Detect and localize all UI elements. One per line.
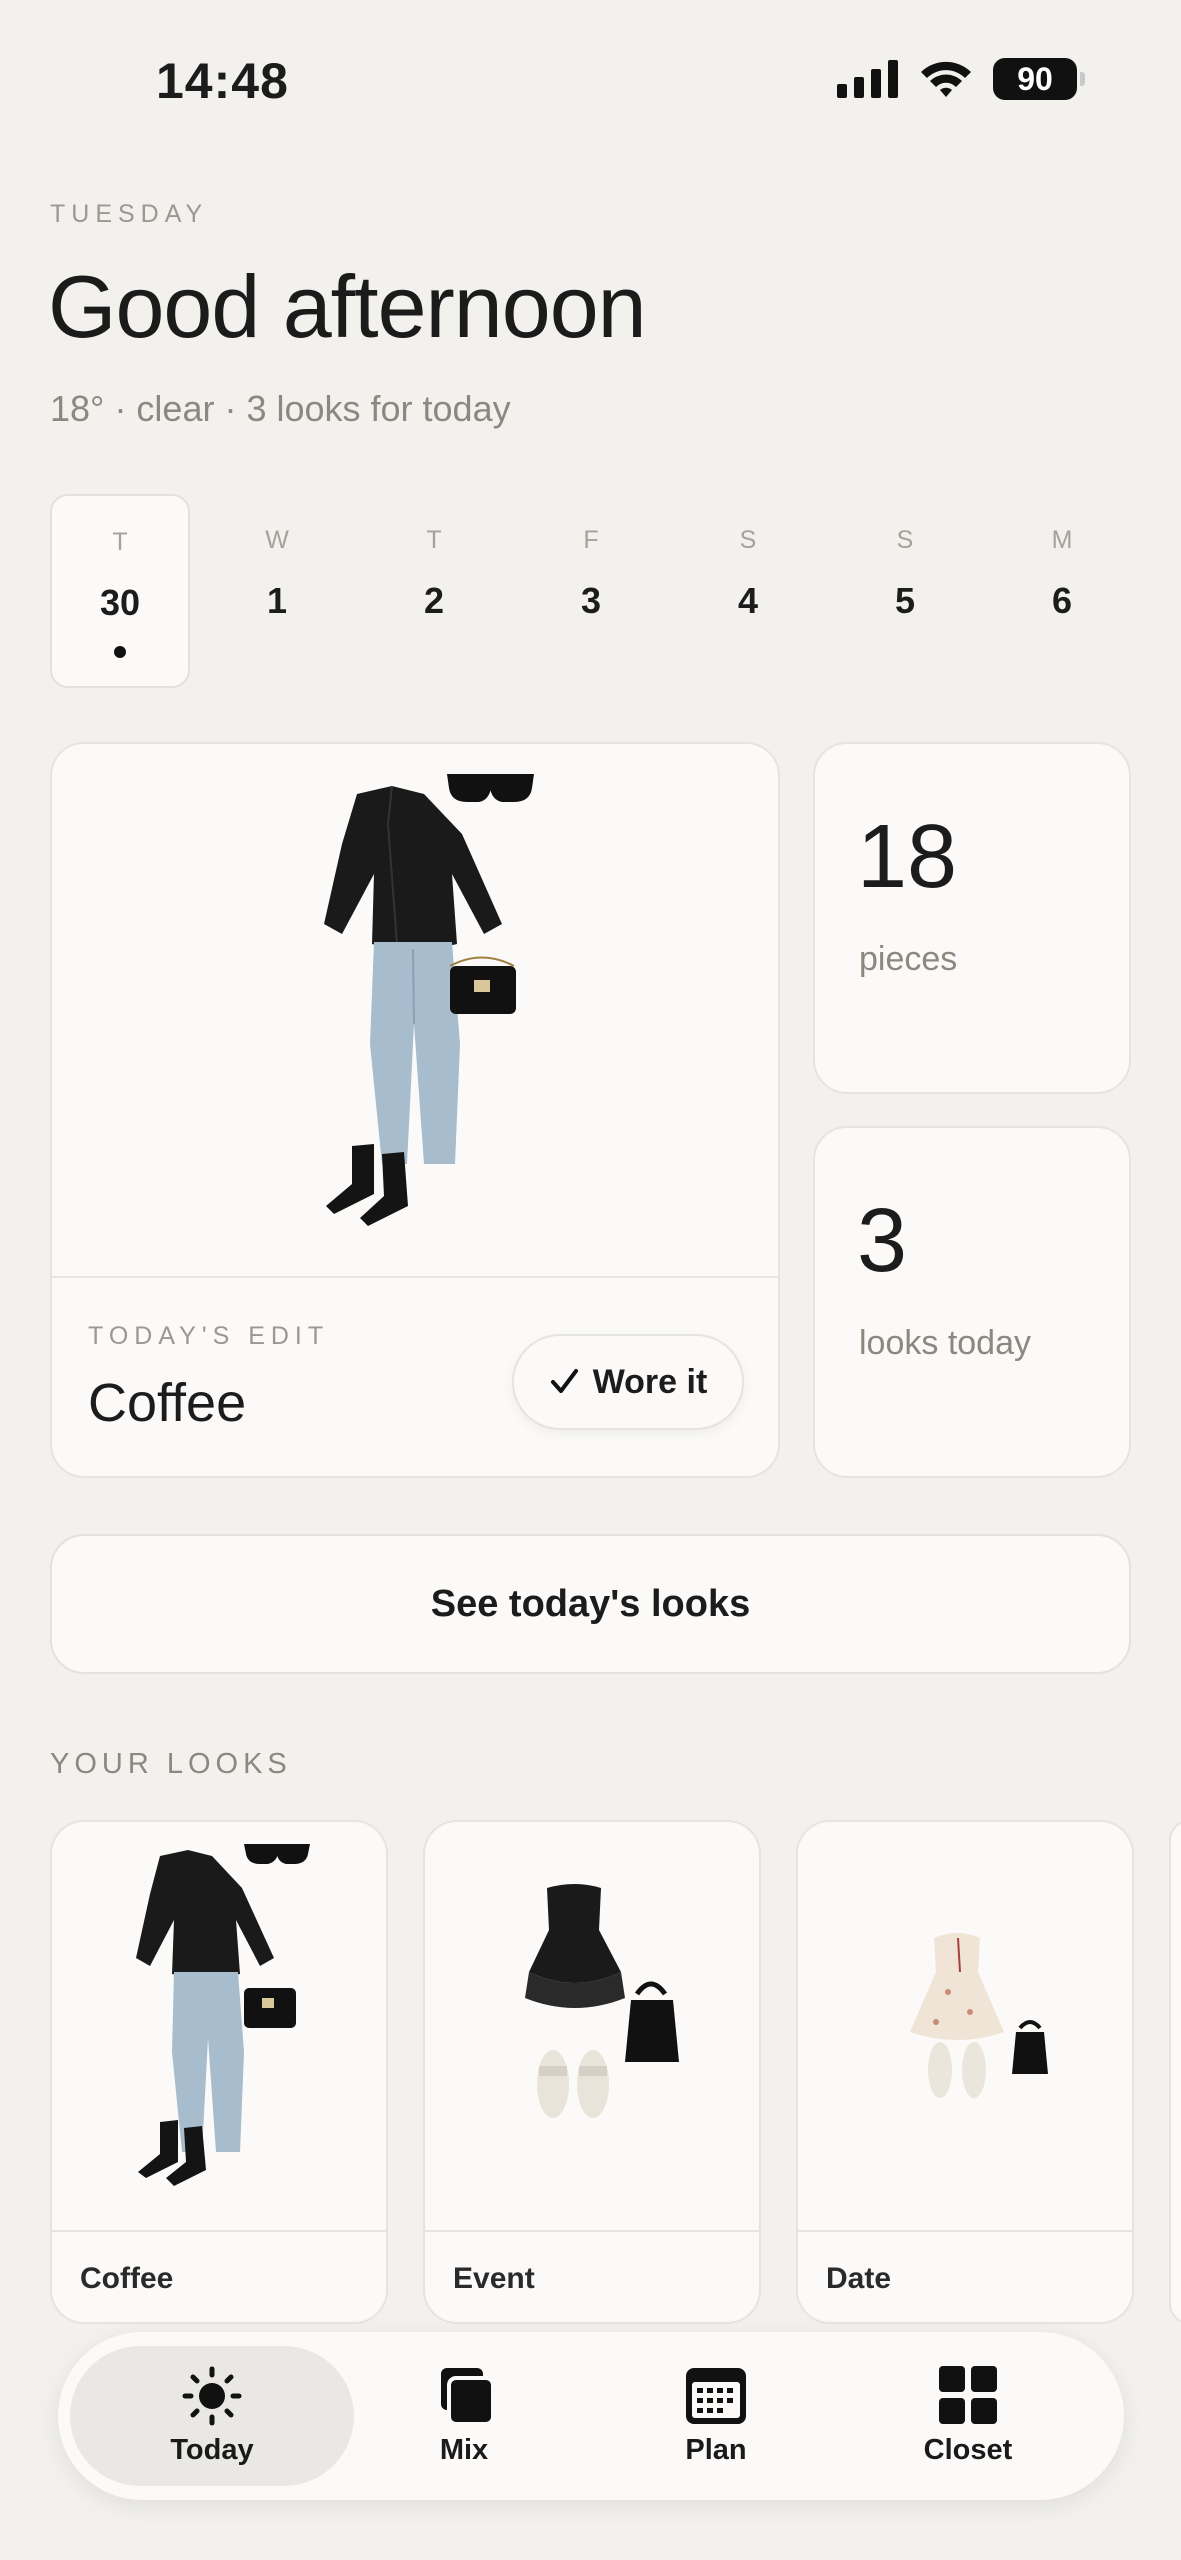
day-item[interactable]: M 6 xyxy=(992,494,1132,688)
tab-mix[interactable]: Mix xyxy=(322,2346,606,2486)
look-image xyxy=(425,1822,759,2232)
tab-closet[interactable]: Closet xyxy=(826,2346,1110,2486)
todays-edit-card[interactable]: TODAY'S EDIT Coffee Wore it xyxy=(50,742,780,1478)
looks-today-stat-card[interactable]: 3 looks today xyxy=(813,1126,1131,1478)
day-number: 5 xyxy=(894,580,916,621)
day-number: 4 xyxy=(737,580,759,621)
look-image xyxy=(52,1822,386,2232)
day-item[interactable]: S 5 xyxy=(835,494,975,688)
day-letter: F xyxy=(583,526,599,554)
day-letter: W xyxy=(265,526,289,554)
todays-edit-title: Coffee xyxy=(88,1373,247,1433)
day-letter: S xyxy=(896,526,914,554)
tab-label: Closet xyxy=(923,2433,1013,2466)
outfit-illustration xyxy=(324,774,534,1226)
tab-plan[interactable]: Plan xyxy=(574,2346,858,2486)
jeans-icon xyxy=(370,942,460,1164)
day-number: 30 xyxy=(99,582,141,623)
day-number: 2 xyxy=(423,580,445,621)
look-name: Event xyxy=(453,2262,535,2295)
stat-label: pieces xyxy=(859,940,958,978)
outfit-image xyxy=(52,744,778,1278)
battery-level: 90 xyxy=(1017,60,1053,97)
sun-icon xyxy=(182,2366,242,2425)
day-number: 6 xyxy=(1051,580,1073,621)
status-time: 14:48 xyxy=(156,53,289,109)
outfit-illustration xyxy=(136,1844,310,2186)
weather-summary: 18° · clear · 3 looks for today xyxy=(50,388,511,429)
todays-edit-label: TODAY'S EDIT xyxy=(88,1322,330,1350)
tab-label: Plan xyxy=(685,2433,747,2466)
look-card[interactable]: Date xyxy=(796,1820,1134,2324)
look-image xyxy=(798,1822,1132,2232)
checkmark-icon xyxy=(550,1369,578,1393)
pieces-stat-card[interactable]: 18 pieces xyxy=(813,742,1131,1094)
tab-bar: Today Mix Plan Closet xyxy=(58,2332,1124,2500)
your-looks-title: YOUR LOOKS xyxy=(50,1748,292,1780)
greeting-title: Good afternoon xyxy=(48,257,647,356)
look-card[interactable]: Coffee xyxy=(50,1820,388,2324)
day-letter: M xyxy=(1051,526,1073,554)
day-letter: S xyxy=(739,526,757,554)
calendar-icon xyxy=(686,2367,746,2424)
day-number: 3 xyxy=(580,580,602,621)
outfit-illustration xyxy=(910,1933,1048,2098)
tab-label: Today xyxy=(170,2433,254,2466)
stack-icon xyxy=(441,2367,495,2426)
look-card[interactable]: Event xyxy=(423,1820,761,2324)
boots-icon xyxy=(326,1144,408,1226)
tab-today[interactable]: Today xyxy=(70,2346,354,2486)
look-name: Date xyxy=(826,2262,892,2295)
day-item[interactable]: T 2 xyxy=(364,494,504,688)
battery-indicator: 90 xyxy=(993,58,1085,100)
wore-it-label: Wore it xyxy=(592,1362,708,1401)
look-card-partial[interactable] xyxy=(1169,1820,1181,2324)
sunglasses-icon xyxy=(447,774,534,802)
day-selected[interactable]: T 30 xyxy=(50,494,190,688)
tab-label: Mix xyxy=(439,2433,489,2466)
week-strip: T 30 W 1 T 2 F 3 S 4 S 5 M 6 xyxy=(50,494,1130,688)
wifi-icon xyxy=(921,61,971,97)
day-letter: T xyxy=(112,528,128,556)
day-letter: T xyxy=(426,526,442,554)
shirt-icon xyxy=(324,785,502,950)
status-icons: 90 xyxy=(837,56,1085,102)
stat-value: 18 xyxy=(857,807,958,907)
grid-icon xyxy=(939,2365,997,2424)
day-item[interactable]: W 1 xyxy=(207,494,347,688)
stat-label: looks today xyxy=(859,1324,1031,1362)
outfit-illustration xyxy=(525,1884,679,2118)
look-name: Coffee xyxy=(80,2262,174,2295)
today-dot xyxy=(114,646,126,658)
see-todays-looks-button[interactable]: See today's looks xyxy=(50,1534,1131,1674)
day-item[interactable]: F 3 xyxy=(521,494,661,688)
day-item[interactable]: S 4 xyxy=(678,494,818,688)
cellular-signal-icon xyxy=(837,60,898,98)
day-name: TUESDAY xyxy=(50,200,209,228)
day-number: 1 xyxy=(266,580,288,621)
handbag-icon xyxy=(449,956,516,1014)
wore-it-button[interactable]: Wore it xyxy=(512,1334,744,1430)
stat-value: 3 xyxy=(857,1191,908,1291)
